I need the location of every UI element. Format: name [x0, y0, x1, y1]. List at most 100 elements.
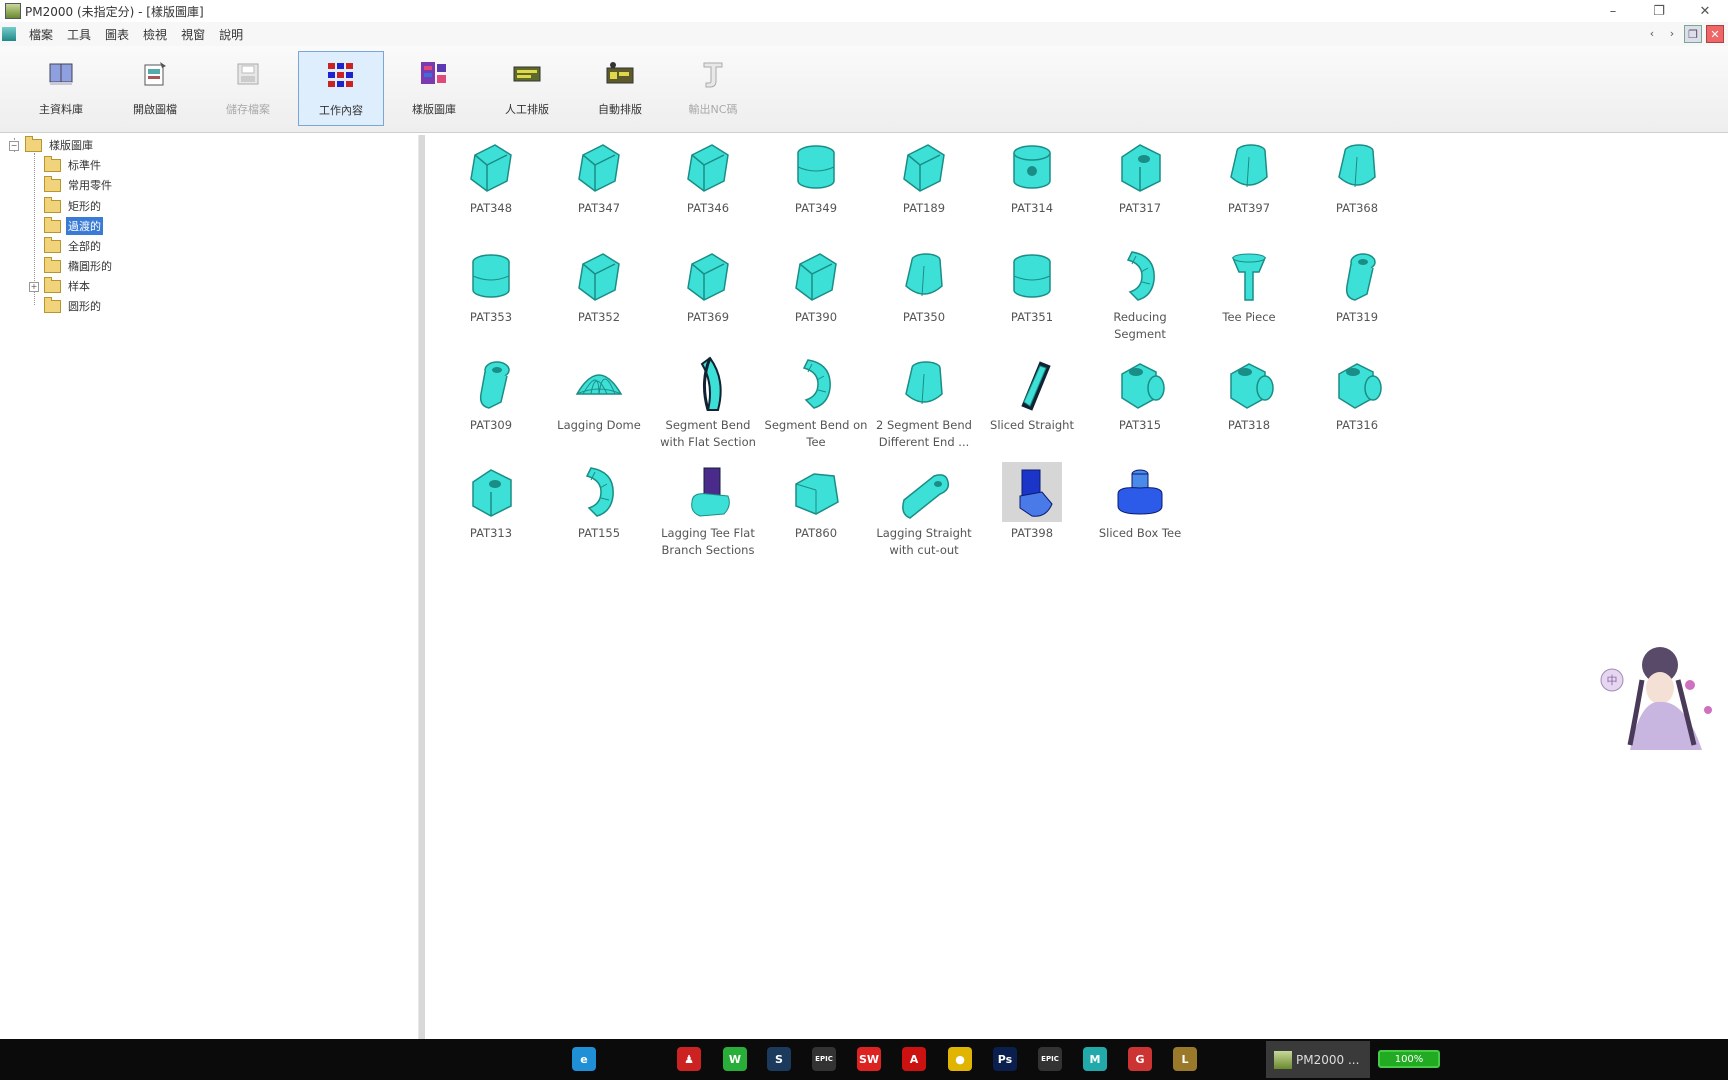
pattern-thumbnail-icon[interactable]: [1110, 137, 1170, 197]
pattern-item[interactable]: Segment Bend with Flat Section: [654, 354, 762, 451]
mdi-close-button[interactable]: ✕: [1706, 25, 1724, 43]
toolbar-pattern-library[interactable]: 樣版圖庫: [391, 51, 477, 126]
menu-window[interactable]: 視窗: [174, 26, 212, 43]
toolbar-manual-nesting[interactable]: 人工排版: [484, 51, 570, 126]
pattern-thumbnail-icon[interactable]: [786, 137, 846, 197]
toolbar-open-file[interactable]: 開啟圖檔: [112, 51, 198, 126]
taskbar-active-app[interactable]: PM2000 ...: [1266, 1041, 1370, 1078]
pattern-item[interactable]: PAT315: [1086, 354, 1194, 434]
pattern-item[interactable]: PAT314: [978, 137, 1086, 217]
app-red-icon[interactable]: ♟: [677, 1047, 701, 1071]
pattern-thumbnail-icon[interactable]: [678, 246, 738, 306]
pattern-thumbnail-icon[interactable]: [569, 462, 629, 522]
tree-item-transition[interactable]: 過渡的: [44, 216, 103, 235]
tree-item-all[interactable]: 全部的: [44, 236, 103, 255]
epic-icon[interactable]: EPIC: [812, 1047, 836, 1071]
pattern-item[interactable]: PAT347: [545, 137, 653, 217]
pattern-thumbnail-icon[interactable]: [1002, 354, 1062, 414]
pattern-item[interactable]: Sliced Box Tee: [1086, 462, 1194, 542]
tree-item-standard[interactable]: 标準件: [44, 155, 103, 174]
pattern-thumbnail-icon[interactable]: [786, 354, 846, 414]
pattern-thumbnail-icon[interactable]: [1327, 246, 1387, 306]
pattern-item[interactable]: PAT309: [437, 354, 545, 434]
pattern-item[interactable]: PAT317: [1086, 137, 1194, 217]
pattern-item[interactable]: PAT397: [1195, 137, 1303, 217]
chevron-right-icon[interactable]: ›: [1664, 25, 1680, 41]
epic2-icon[interactable]: EPIC: [1038, 1047, 1062, 1071]
toolbar-auto-nesting[interactable]: 自動排版: [577, 51, 663, 126]
steam-icon[interactable]: S: [767, 1047, 791, 1071]
pattern-thumbnail-icon[interactable]: [569, 354, 629, 414]
edge-icon[interactable]: e: [572, 1047, 596, 1071]
pattern-thumbnail-icon[interactable]: [1219, 354, 1279, 414]
pattern-item[interactable]: PAT398: [978, 462, 1086, 542]
pattern-item[interactable]: PAT348: [437, 137, 545, 217]
pattern-thumbnail-icon[interactable]: [1110, 246, 1170, 306]
pattern-thumbnail-icon[interactable]: [1110, 462, 1170, 522]
close-button[interactable]: ✕: [1682, 0, 1728, 22]
pattern-item[interactable]: PAT353: [437, 246, 545, 326]
pattern-item[interactable]: PAT313: [437, 462, 545, 542]
pattern-item[interactable]: PAT350: [870, 246, 978, 326]
pattern-item[interactable]: Segment Bend on Tee: [762, 354, 870, 451]
panel-splitter[interactable]: [418, 135, 425, 1039]
toolbar-work-content[interactable]: 工作內容: [298, 51, 384, 126]
mapping-icon[interactable]: M: [1083, 1047, 1107, 1071]
pattern-thumbnail-icon[interactable]: [1219, 137, 1279, 197]
pattern-thumbnail-icon[interactable]: [1002, 137, 1062, 197]
pattern-thumbnail-icon[interactable]: [678, 137, 738, 197]
pattern-thumbnail-icon[interactable]: [569, 137, 629, 197]
pattern-item[interactable]: PAT352: [545, 246, 653, 326]
pattern-item[interactable]: PAT349: [762, 137, 870, 217]
menu-tools[interactable]: 工具: [60, 26, 98, 43]
toolbar-output-nc[interactable]: 輸出NC碼: [670, 51, 756, 126]
pattern-item[interactable]: PAT155: [545, 462, 653, 542]
wechat-icon[interactable]: W: [723, 1047, 747, 1071]
pattern-thumbnail-icon[interactable]: [461, 462, 521, 522]
menu-view[interactable]: 檢視: [136, 26, 174, 43]
tree-item-sample[interactable]: 样本: [44, 276, 92, 295]
league-icon[interactable]: L: [1173, 1047, 1197, 1071]
pattern-thumbnail-icon[interactable]: [678, 354, 738, 414]
pattern-thumbnail-icon[interactable]: [1219, 246, 1279, 306]
pattern-item[interactable]: Lagging Straight with cut-out: [870, 462, 978, 559]
pattern-thumbnail-icon[interactable]: [894, 462, 954, 522]
menu-file[interactable]: 檔案: [22, 26, 60, 43]
tree-item-round[interactable]: 圆形的: [44, 296, 103, 315]
pattern-item[interactable]: PAT369: [654, 246, 762, 326]
tree-collapse-toggle[interactable]: −: [9, 141, 19, 151]
pattern-thumbnail-icon[interactable]: [894, 354, 954, 414]
pattern-item[interactable]: PAT390: [762, 246, 870, 326]
chevron-left-icon[interactable]: ‹: [1644, 25, 1660, 41]
pattern-thumbnail-icon[interactable]: [786, 462, 846, 522]
pattern-thumbnail-icon[interactable]: [678, 462, 738, 522]
pattern-thumbnail-icon[interactable]: [894, 137, 954, 197]
pattern-thumbnail-icon[interactable]: [1002, 462, 1062, 522]
autocad-icon[interactable]: A: [902, 1047, 926, 1071]
tree-item-oval[interactable]: 橢圓形的: [44, 256, 114, 275]
solidworks-icon[interactable]: SW: [857, 1047, 881, 1071]
mascot-widget-icon[interactable]: 中: [1590, 640, 1725, 750]
pattern-item[interactable]: Tee Piece: [1195, 246, 1303, 326]
pattern-thumbnail-icon[interactable]: [461, 137, 521, 197]
pattern-thumbnail-icon[interactable]: [569, 246, 629, 306]
toolbar-main-database[interactable]: 主資料庫: [18, 51, 104, 126]
pattern-thumbnail-icon[interactable]: [894, 246, 954, 306]
pattern-thumbnail-icon[interactable]: [786, 246, 846, 306]
toolbar-save-file[interactable]: 儲存檔案: [205, 51, 291, 126]
pattern-item[interactable]: PAT316: [1303, 354, 1411, 434]
pattern-item[interactable]: Lagging Dome: [545, 354, 653, 434]
pattern-item[interactable]: PAT189: [870, 137, 978, 217]
pattern-thumbnail-icon[interactable]: [1002, 246, 1062, 306]
pattern-item[interactable]: PAT346: [654, 137, 762, 217]
pattern-item[interactable]: Lagging Tee Flat Branch Sections: [654, 462, 762, 559]
restore-button[interactable]: ❐: [1636, 0, 1682, 22]
garena-icon[interactable]: G: [1128, 1047, 1152, 1071]
minimize-button[interactable]: –: [1590, 0, 1636, 22]
pattern-item[interactable]: Sliced Straight: [978, 354, 1086, 434]
pattern-item[interactable]: PAT860: [762, 462, 870, 542]
tree-expand-toggle[interactable]: +: [29, 282, 39, 292]
battery-indicator[interactable]: 100%: [1378, 1050, 1440, 1068]
pattern-item[interactable]: PAT368: [1303, 137, 1411, 217]
menu-chart[interactable]: 圖表: [98, 26, 136, 43]
